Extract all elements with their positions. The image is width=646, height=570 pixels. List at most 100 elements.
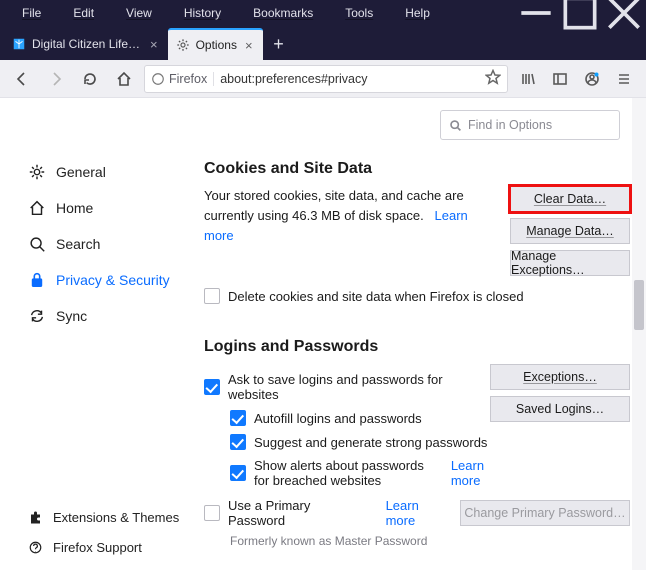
back-button[interactable] xyxy=(8,65,36,93)
menu-file[interactable]: File xyxy=(6,2,57,24)
tab-label: Options xyxy=(196,38,237,52)
lock-icon xyxy=(28,271,46,289)
tab-close-icon[interactable]: × xyxy=(243,38,255,53)
clear-data-button[interactable]: Clear Data… xyxy=(510,186,630,212)
sidebar-extensions-themes[interactable]: Extensions & Themes xyxy=(12,502,188,532)
home-icon xyxy=(28,199,46,217)
tab-close-icon[interactable]: × xyxy=(148,37,160,52)
search-icon xyxy=(28,235,46,253)
toolbar: Firefox about:preferences#privacy xyxy=(0,60,646,98)
ask-save-logins-checkbox[interactable]: Ask to save logins and passwords for web… xyxy=(204,372,490,402)
menu-view[interactable]: View xyxy=(110,2,168,24)
reload-button[interactable] xyxy=(76,65,104,93)
new-tab-button[interactable]: + xyxy=(263,28,295,60)
window-minimize[interactable] xyxy=(514,0,558,26)
library-button[interactable] xyxy=(514,65,542,93)
menubar: File Edit View History Bookmarks Tools H… xyxy=(0,0,646,26)
autofill-checkbox[interactable]: Autofill logins and passwords xyxy=(230,410,490,426)
clear-data-label: Clear Data… xyxy=(534,192,606,206)
menu-edit-label: Edit xyxy=(65,2,102,24)
menu-bookmarks[interactable]: Bookmarks xyxy=(237,2,329,24)
vertical-scrollbar[interactable] xyxy=(632,98,646,570)
menu-file-label: File xyxy=(14,2,49,24)
checkbox-icon xyxy=(204,379,220,395)
saved-logins-button[interactable]: Saved Logins… xyxy=(490,396,630,422)
window-maximize[interactable] xyxy=(558,0,602,26)
breach-alerts-checkbox[interactable]: Show alerts about passwords for breached… xyxy=(230,458,490,488)
firefox-icon xyxy=(151,72,165,86)
sidebar-item-label: Extensions & Themes xyxy=(53,510,179,525)
suggest-passwords-checkbox[interactable]: Suggest and generate strong passwords xyxy=(230,434,490,450)
identity-block[interactable]: Firefox xyxy=(151,72,214,86)
manage-data-label: Manage Data… xyxy=(526,224,614,238)
category-sidebar: General Home Search Privacy & Security S… xyxy=(0,98,188,570)
identity-label: Firefox xyxy=(169,72,207,86)
sidebar-item-label: Home xyxy=(56,200,93,216)
sync-icon xyxy=(28,307,46,325)
menu-tools[interactable]: Tools xyxy=(329,2,389,24)
menu-history[interactable]: History xyxy=(168,2,237,24)
sidebar-item-search[interactable]: Search xyxy=(12,226,188,262)
use-primary-password-checkbox[interactable]: Use a Primary Password Learn more xyxy=(204,498,448,528)
sidebar-item-sync[interactable]: Sync xyxy=(12,298,188,334)
cookies-size-suffix: of disk space. xyxy=(341,208,424,223)
settings-content: Cookies and Site Data Your stored cookie… xyxy=(188,98,646,570)
bookmark-star-icon[interactable] xyxy=(485,69,501,88)
window-controls xyxy=(514,0,646,26)
sidebar-item-label: Search xyxy=(56,236,100,252)
cookies-size: 46.3 MB xyxy=(292,208,340,223)
logins-exceptions-label: Exceptions… xyxy=(523,370,597,384)
home-button[interactable] xyxy=(110,65,138,93)
menu-tools-label: Tools xyxy=(337,2,381,24)
cookies-heading: Cookies and Site Data xyxy=(204,160,630,178)
url-bar[interactable]: Firefox about:preferences#privacy xyxy=(144,65,508,93)
gear-icon xyxy=(176,38,190,52)
tab-label: Digital Citizen Life in a digital w xyxy=(32,37,142,51)
sidebar-button[interactable] xyxy=(546,65,574,93)
manage-data-button[interactable]: Manage Data… xyxy=(510,218,630,244)
gear-icon xyxy=(28,163,46,181)
puzzle-icon xyxy=(28,510,43,525)
menu-bookmarks-label: Bookmarks xyxy=(245,2,321,24)
manage-exceptions-label: Manage Exceptions… xyxy=(511,249,629,277)
delete-on-close-checkbox[interactable]: Delete cookies and site data when Firefo… xyxy=(204,288,630,304)
checkbox-icon xyxy=(204,505,220,521)
logins-learn-more-link[interactable]: Learn more xyxy=(451,458,490,488)
sidebar-item-privacy[interactable]: Privacy & Security xyxy=(12,262,188,298)
sidebar-item-label: Privacy & Security xyxy=(56,272,170,288)
tab-options[interactable]: Options × xyxy=(168,28,263,60)
logins-exceptions-button[interactable]: Exceptions… xyxy=(490,364,630,390)
saved-logins-label: Saved Logins… xyxy=(516,402,604,416)
window-close[interactable] xyxy=(602,0,646,26)
primary-learn-more-link[interactable]: Learn more xyxy=(386,498,448,528)
preferences-page: Find in Options General Home Search Priv… xyxy=(0,98,646,570)
menu-help[interactable]: Help xyxy=(389,2,446,24)
menu-history-label: History xyxy=(176,2,229,24)
sidebar-firefox-support[interactable]: Firefox Support xyxy=(12,532,188,562)
delete-on-close-label: Delete cookies and site data when Firefo… xyxy=(228,289,524,304)
manage-exceptions-button[interactable]: Manage Exceptions… xyxy=(510,250,630,276)
sidebar-item-label: Sync xyxy=(56,308,87,324)
primary-password-note: Formerly known as Master Password xyxy=(230,534,630,548)
sidebar-item-label: General xyxy=(56,164,106,180)
ask-save-label: Ask to save logins and passwords for web… xyxy=(228,372,490,402)
url-text: about:preferences#privacy xyxy=(220,72,479,86)
alerts-label: Show alerts about passwords for breached… xyxy=(254,458,431,488)
account-button[interactable] xyxy=(578,65,606,93)
sidebar-item-home[interactable]: Home xyxy=(12,190,188,226)
sidebar-item-label: Firefox Support xyxy=(53,540,142,555)
sidebar-item-general[interactable]: General xyxy=(12,154,188,190)
forward-button[interactable] xyxy=(42,65,70,93)
use-primary-label: Use a Primary Password xyxy=(228,498,362,528)
change-primary-password-button: Change Primary Password… xyxy=(460,500,630,526)
tab-digital-citizen[interactable]: Digital Citizen Life in a digital w × xyxy=(4,28,168,60)
cookies-description: Your stored cookies, site data, and cach… xyxy=(204,186,500,276)
checkbox-icon xyxy=(230,465,246,481)
app-menu-button[interactable] xyxy=(610,65,638,93)
menu-view-label: View xyxy=(118,2,160,24)
suggest-label: Suggest and generate strong passwords xyxy=(254,435,487,450)
checkbox-icon xyxy=(230,410,246,426)
logins-heading: Logins and Passwords xyxy=(204,338,630,356)
menu-edit[interactable]: Edit xyxy=(57,2,110,24)
scroll-thumb[interactable] xyxy=(634,280,644,330)
